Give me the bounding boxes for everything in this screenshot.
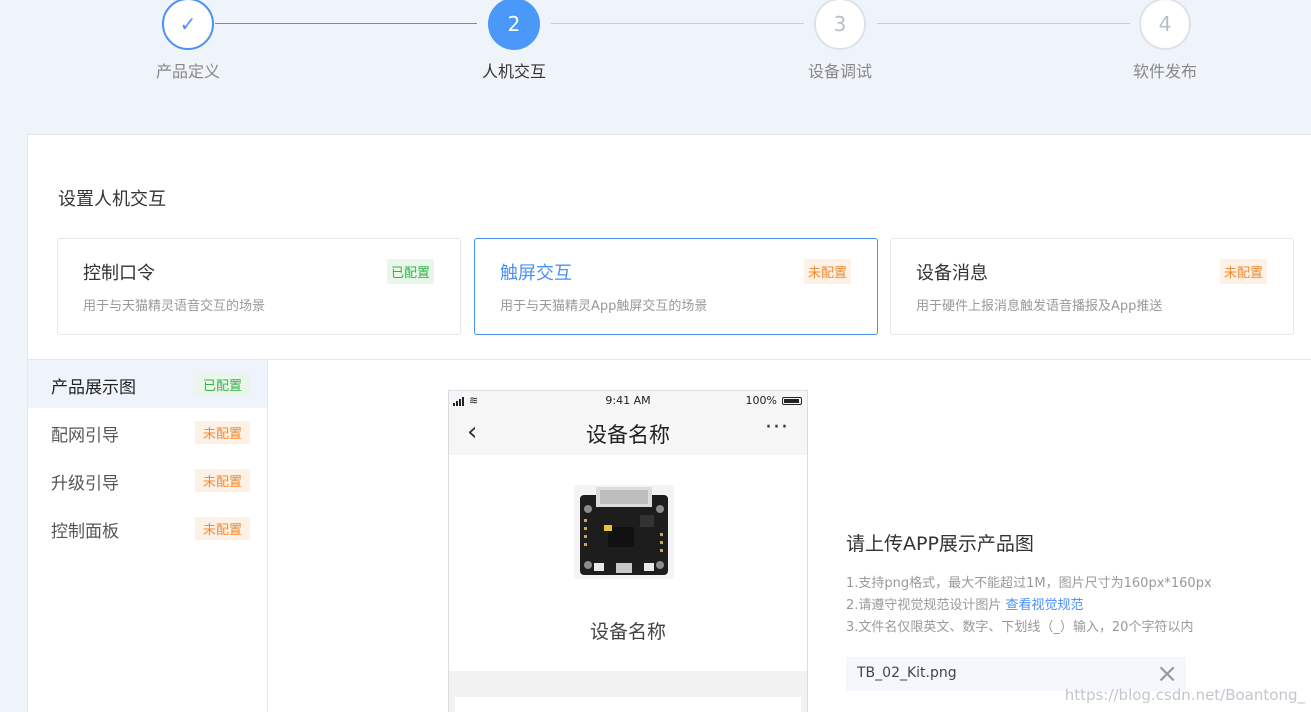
watermark: https://blog.csdn.net/Boantong_ bbox=[1064, 686, 1305, 704]
stepper: ✓ 产品定义 2 人机交互 3 设备调试 4 软件发布 bbox=[0, 0, 1311, 110]
subnav-label: 配网引导 bbox=[51, 426, 119, 446]
panel-title: 设置人机交互 bbox=[58, 189, 166, 210]
status-badge: 未配置 bbox=[803, 259, 851, 284]
phone-nav-bar: ‹ 设备名称 ··· bbox=[449, 411, 807, 455]
status-badge: 未配置 bbox=[195, 517, 251, 540]
tip-guideline-text: 2.请遵守视觉规范设计图片 bbox=[846, 598, 1002, 613]
subnav-label: 控制面板 bbox=[51, 522, 119, 542]
subnav-item-control-panel[interactable]: 控制面板 未配置 bbox=[28, 504, 267, 552]
step-connector bbox=[551, 23, 804, 24]
card-title: 触屏交互 bbox=[500, 263, 572, 284]
card-title: 控制口令 bbox=[83, 263, 155, 284]
step-device-debug[interactable]: 3 设备调试 bbox=[780, 0, 900, 82]
status-badge: 未配置 bbox=[1219, 259, 1267, 284]
status-badge: 已配置 bbox=[386, 259, 434, 284]
step-connector bbox=[215, 23, 477, 24]
battery-level: 100% bbox=[745, 394, 777, 407]
step-label: 产品定义 bbox=[155, 62, 220, 81]
phone-title: 设备名称 bbox=[586, 423, 670, 447]
status-badge: 未配置 bbox=[195, 421, 251, 444]
subnav-item-network-guide[interactable]: 配网引导 未配置 bbox=[28, 408, 267, 456]
phone-preview: ≋ 9:41 AM 100% ‹ 设备名称 ··· 设备名称 bbox=[448, 390, 808, 712]
interaction-panel: 设置人机交互 控制口令 用于与天猫精灵语音交互的场景 已配置 触屏交互 用于与天… bbox=[27, 134, 1311, 712]
check-icon: ✓ bbox=[162, 0, 214, 50]
step-label: 设备调试 bbox=[807, 62, 872, 81]
step-human-interaction[interactable]: 2 人机交互 bbox=[454, 0, 574, 82]
card-title: 设备消息 bbox=[916, 263, 988, 284]
device-name-label: 设备名称 bbox=[589, 621, 666, 643]
card-touch-interaction[interactable]: 触屏交互 用于与天猫精灵App触屏交互的场景 未配置 bbox=[474, 238, 878, 335]
phone-status-bar: ≋ 9:41 AM 100% bbox=[449, 391, 807, 411]
more-icon: ··· bbox=[765, 415, 789, 440]
card-description: 用于与天猫精灵App触屏交互的场景 bbox=[500, 299, 708, 314]
step-software-release[interactable]: 4 软件发布 bbox=[1105, 0, 1225, 82]
step-number: 3 bbox=[814, 0, 866, 50]
subnav-item-upgrade-guide[interactable]: 升级引导 未配置 bbox=[28, 456, 267, 504]
step-label: 人机交互 bbox=[481, 62, 546, 81]
subnav-item-product-image[interactable]: 产品展示图 已配置 bbox=[28, 360, 267, 408]
phone-list-row bbox=[455, 697, 801, 712]
battery-icon bbox=[782, 397, 802, 405]
device-board-image bbox=[574, 485, 674, 579]
step-label: 软件发布 bbox=[1132, 62, 1197, 81]
status-badge: 未配置 bbox=[195, 469, 251, 492]
card-description: 用于与天猫精灵语音交互的场景 bbox=[83, 299, 266, 314]
card-description: 用于硬件上报消息触发语音播报及App推送 bbox=[916, 299, 1163, 314]
view-guideline-link[interactable]: 查看视觉规范 bbox=[1006, 598, 1084, 613]
step-number: 2 bbox=[488, 0, 540, 50]
card-device-message[interactable]: 设备消息 用于硬件上报消息触发语音播报及App推送 未配置 bbox=[890, 238, 1294, 335]
file-name: TB_02_Kit.png bbox=[857, 665, 957, 681]
upload-title: 请上传APP展示产品图 bbox=[846, 533, 1034, 555]
sub-nav: 产品展示图 已配置 配网引导 未配置 升级引导 未配置 控制面板 未配置 bbox=[28, 360, 268, 712]
upload-tips: 1.支持png格式，最大不能超过1M，图片尺寸为160px*160px 2.请遵… bbox=[846, 573, 1212, 639]
subnav-label: 产品展示图 bbox=[51, 378, 136, 398]
step-connector bbox=[877, 23, 1130, 24]
tip-filename: 3.文件名仅限英文、数字、下划线（_）输入，20个字符以内 bbox=[846, 620, 1194, 635]
step-number: 4 bbox=[1139, 0, 1191, 50]
tip-format: 1.支持png格式，最大不能超过1M，图片尺寸为160px*160px bbox=[846, 576, 1212, 591]
subnav-label: 升级引导 bbox=[51, 474, 119, 494]
step-product-definition[interactable]: ✓ 产品定义 bbox=[128, 0, 248, 82]
status-badge: 已配置 bbox=[195, 373, 251, 396]
tip-guideline: 2.请遵守视觉规范设计图片 查看视觉规范 bbox=[846, 595, 1212, 617]
card-voice-command[interactable]: 控制口令 用于与天猫精灵语音交互的场景 已配置 bbox=[57, 238, 461, 335]
